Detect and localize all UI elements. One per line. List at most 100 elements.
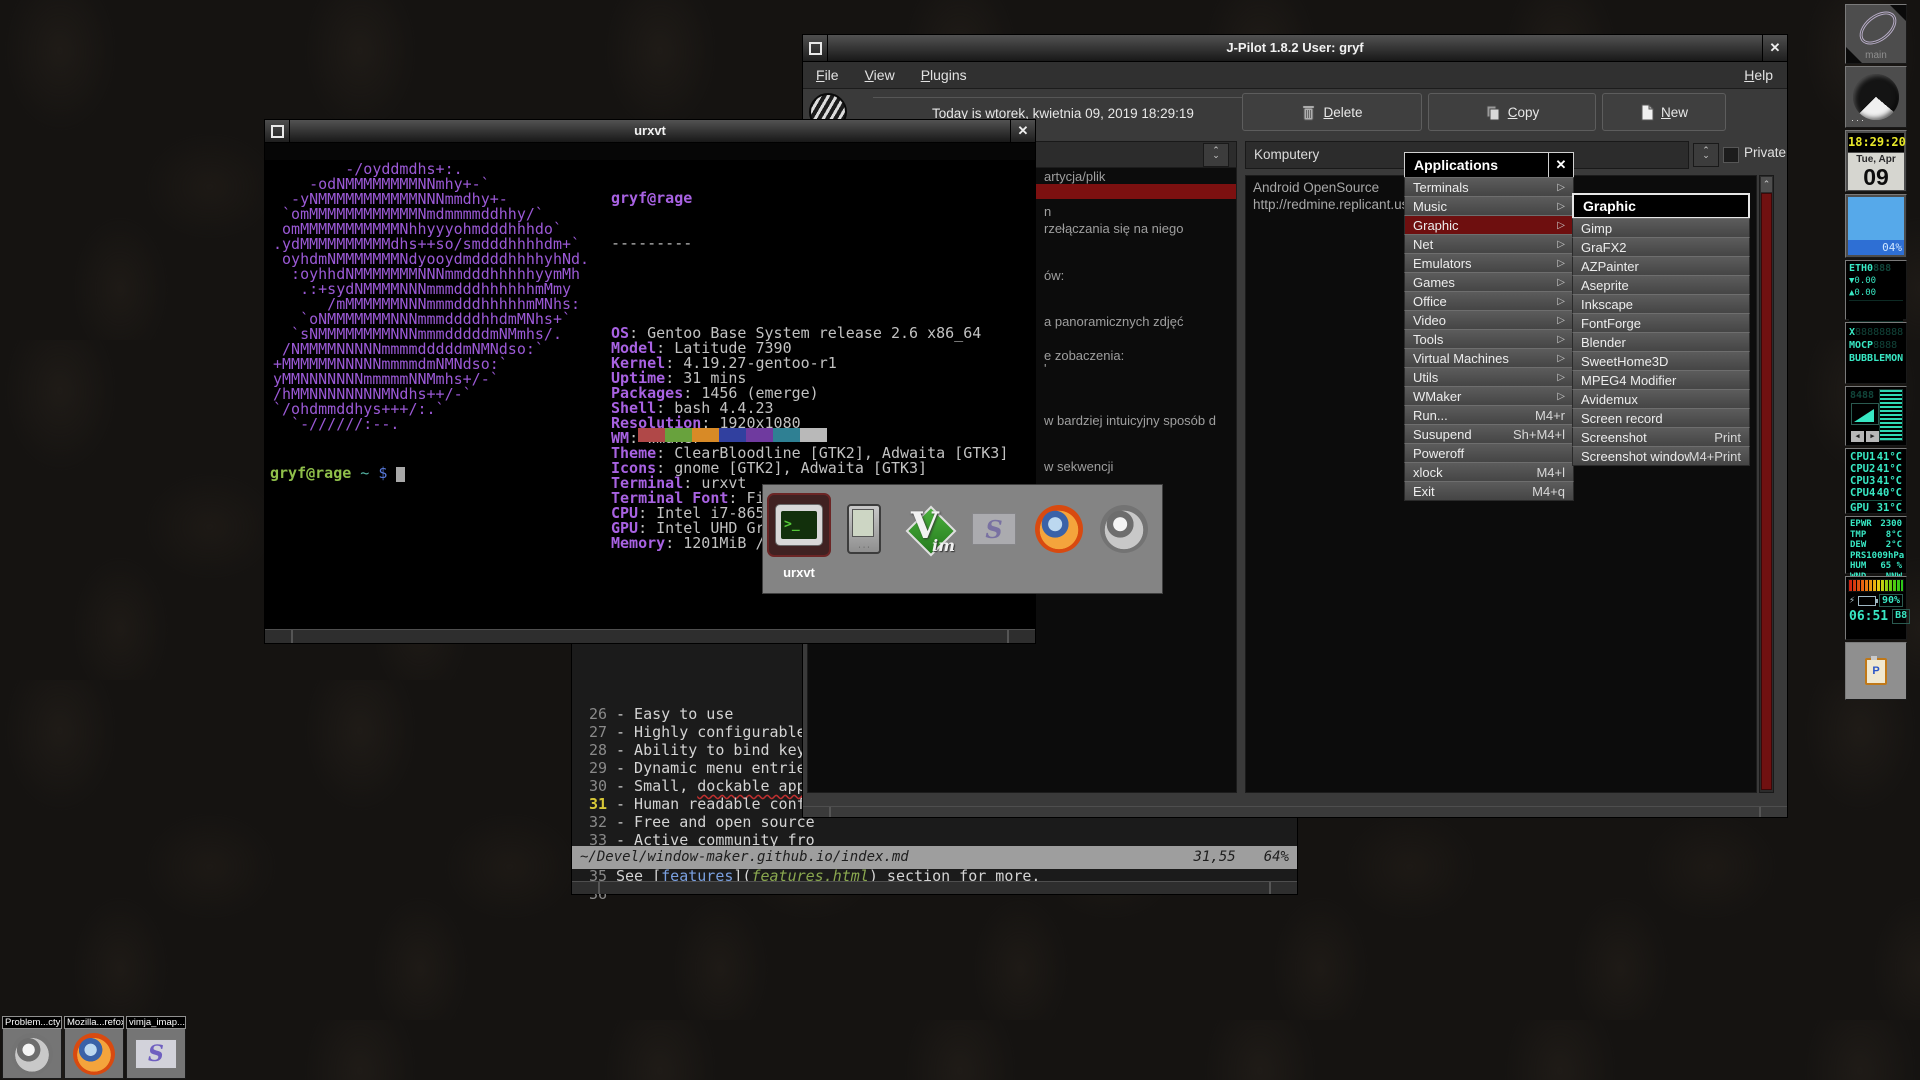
miniaturize-button[interactable] xyxy=(265,120,290,142)
applications-menu-titlebar[interactable]: Applications ✕ xyxy=(1404,152,1574,178)
menu-item[interactable]: SweetHome3D xyxy=(1572,351,1750,371)
menu-item[interactable]: Music▷ xyxy=(1404,196,1574,216)
menu-plugins[interactable]: Plugins xyxy=(908,67,980,83)
dockapp-calclock[interactable]: 18:29:20 Tue, Apr 09 xyxy=(1845,130,1907,192)
private-checkbox[interactable] xyxy=(1723,147,1739,163)
dockapp-weather[interactable]: EPWR2300TMP8°CDEW2°CPRS1009hPaHUM65 %WND… xyxy=(1845,516,1907,574)
switcher-app[interactable] xyxy=(836,501,892,557)
dockapp-recycler[interactable]: ··· xyxy=(1845,66,1907,128)
menu-item[interactable]: Tools▷ xyxy=(1404,329,1574,349)
new-button[interactable]: New xyxy=(1602,93,1726,131)
switcher-app[interactable] xyxy=(1031,501,1087,557)
menu-item[interactable]: Poweroff xyxy=(1404,443,1574,463)
menu-item[interactable]: FontForge xyxy=(1572,313,1750,333)
clock-time: 18:29:20 xyxy=(1848,133,1904,152)
menu-item[interactable]: AZPainter xyxy=(1572,256,1750,276)
dockapp-notes[interactable]: P xyxy=(1845,642,1907,700)
dockapp-battery[interactable]: ⚡ 90% 06:51B8 xyxy=(1845,576,1907,640)
menu-help[interactable]: Help xyxy=(1730,67,1787,83)
line-number: 27 xyxy=(580,723,607,741)
dockapp-memload[interactable]: 04% xyxy=(1845,194,1907,258)
palette-swatch xyxy=(665,428,692,442)
terminal-resizebar[interactable] xyxy=(265,629,1035,643)
palette-swatch xyxy=(638,428,665,442)
switcher-selected-label: urxvt xyxy=(767,565,831,580)
category-spinner[interactable]: ⌃⌄ xyxy=(1693,143,1719,167)
terminal-titlebar[interactable]: urxvt ✕ xyxy=(265,120,1035,143)
line-text: - Human readable confi xyxy=(616,795,815,813)
firefox-gray-icon xyxy=(11,1033,53,1075)
mocp-label: MOCP xyxy=(1849,340,1873,351)
dockapp-cpu-temps[interactable]: CPU141°CCPU241°CCPU341°CCPU440°CGPU31°C xyxy=(1845,448,1907,514)
graphic-menu-titlebar[interactable]: Graphic xyxy=(1572,193,1750,219)
terminal-tabbar[interactable] xyxy=(265,143,1035,160)
memo-scrollbar[interactable]: ⌃ xyxy=(1759,175,1774,793)
menu-item[interactable]: Terminals▷ xyxy=(1404,177,1574,197)
menu-close-button[interactable]: ✕ xyxy=(1548,153,1573,177)
dockapp-mocp-monitor[interactable]: X88888888 MOCP8888 BUBBLEMON xyxy=(1845,322,1907,384)
menu-item[interactable]: Utils▷ xyxy=(1404,367,1574,387)
menu-item[interactable]: Games▷ xyxy=(1404,272,1574,292)
switcher-app[interactable]: S xyxy=(966,501,1022,557)
miniwindow-sylpheed[interactable]: vimja_imap... S xyxy=(126,1016,186,1079)
mixer-prev-button[interactable]: ◀ xyxy=(1851,431,1864,442)
dockapp-netmonitor[interactable]: ETH0888 ▼0.00 ▲0.00 ▼0.00 ▲0.00 xyxy=(1845,260,1907,320)
menu-item[interactable]: Screen record xyxy=(1572,408,1750,428)
menu-item[interactable]: Gimp xyxy=(1572,218,1750,238)
scrollbar-thumb[interactable] xyxy=(1761,193,1772,790)
dockapp-mixer[interactable]: 8488 ◀ ▶ xyxy=(1845,386,1907,446)
submenu-arrow-icon: ▷ xyxy=(1557,235,1565,253)
scroll-up-button[interactable]: ⌃ xyxy=(1761,177,1772,192)
menu-item[interactable]: Net▷ xyxy=(1404,234,1574,254)
copy-button[interactable]: Copy xyxy=(1428,93,1596,131)
menu-item[interactable]: Aseprite xyxy=(1572,275,1750,295)
left-category-spinner[interactable]: ⌃⌄ xyxy=(1203,143,1229,167)
menu-item[interactable]: GraFX2 xyxy=(1572,237,1750,257)
palette-swatch xyxy=(800,428,827,442)
mixer-digits: 8488 xyxy=(1850,390,1874,401)
vim-icon: Vim xyxy=(903,503,955,555)
sylpheed-icon: S xyxy=(135,1039,177,1069)
close-button[interactable]: ✕ xyxy=(1762,35,1787,61)
jpilot-titlebar[interactable]: J-Pilot 1.8.2 User: gryf ✕ xyxy=(803,35,1787,62)
new-label: New xyxy=(1661,105,1688,120)
neofetch-underline: --------- xyxy=(611,236,1008,251)
delete-button[interactable]: Delete xyxy=(1242,93,1422,131)
menu-item[interactable]: MPEG4 Modifier xyxy=(1572,370,1750,390)
menu-item[interactable]: Video▷ xyxy=(1404,310,1574,330)
switcher-app[interactable]: Vim xyxy=(901,501,957,557)
close-button[interactable]: ✕ xyxy=(1010,120,1035,142)
menu-item[interactable]: ScreenshotPrint xyxy=(1572,427,1750,447)
palm-pda-icon xyxy=(847,504,881,554)
menu-item[interactable]: Blender xyxy=(1572,332,1750,352)
firefox-icon xyxy=(1035,505,1083,553)
miniwindow-firefox-gray[interactable]: Problem...ctyl xyxy=(2,1016,62,1079)
switcher-app[interactable] xyxy=(1096,501,1152,557)
menu-item[interactable]: Virtual Machines▷ xyxy=(1404,348,1574,368)
switcher-selected-app[interactable]: >_ xyxy=(767,493,831,557)
jpilot-resizebar[interactable] xyxy=(803,806,1787,817)
menu-item[interactable]: Emulators▷ xyxy=(1404,253,1574,273)
menu-item[interactable]: Graphic▷ xyxy=(1404,215,1574,235)
menu-file[interactable]: File xyxy=(803,67,852,83)
vim-resizebar[interactable] xyxy=(572,881,1297,894)
miniaturize-button[interactable] xyxy=(803,35,828,61)
workspace-clip[interactable]: main xyxy=(1845,4,1907,64)
menu-item[interactable]: Avidemux xyxy=(1572,389,1750,409)
menu-item[interactable]: Inkscape xyxy=(1572,294,1750,314)
neofetch-ascii-art: -/oyddmdhs+:. -odNMMMMMMMMNNmhy+-` -yNMM… xyxy=(273,162,589,432)
miniwindow-firefox[interactable]: Mozilla...refox xyxy=(64,1016,124,1079)
menu-item[interactable]: Office▷ xyxy=(1404,291,1574,311)
dots-icon: ··· xyxy=(1851,115,1866,125)
mixer-next-button[interactable]: ▶ xyxy=(1866,431,1879,442)
weather-row: PRS1009hPa xyxy=(1850,552,1902,561)
menu-view[interactable]: View xyxy=(852,67,908,83)
menu-item[interactable]: xlockM4+l xyxy=(1404,462,1574,482)
menu-item[interactable]: ExitM4+q xyxy=(1404,481,1574,501)
menu-item[interactable]: SusupendSh+M4+l xyxy=(1404,424,1574,444)
menu-item[interactable]: WMaker▷ xyxy=(1404,386,1574,406)
menu-item[interactable]: Run...M4+r xyxy=(1404,405,1574,425)
private-label: Private xyxy=(1744,145,1786,160)
menu-item[interactable]: Screenshot windowM4+Print xyxy=(1572,446,1750,466)
submenu-arrow-icon: ▷ xyxy=(1557,368,1565,386)
